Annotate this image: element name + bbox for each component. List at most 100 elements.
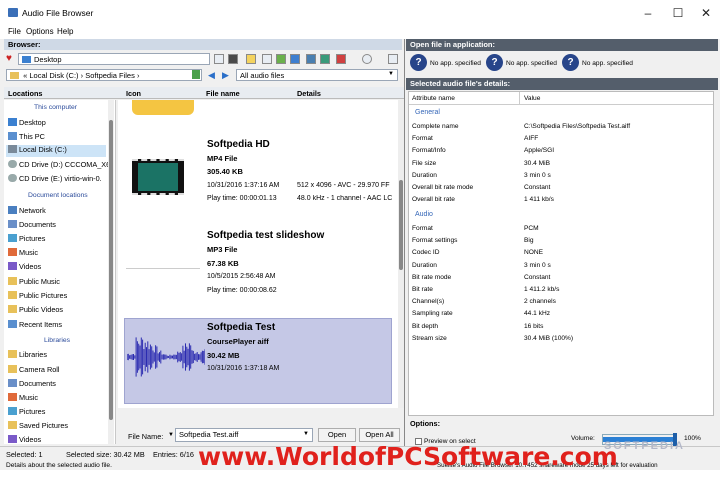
cd-icon bbox=[8, 160, 17, 168]
sidebar-item-camera-roll[interactable]: Camera Roll bbox=[8, 365, 60, 377]
folder-icon bbox=[8, 277, 17, 285]
view-details-icon[interactable] bbox=[290, 54, 300, 64]
file-type: MP4 File bbox=[207, 154, 238, 163]
breadcrumb[interactable]: « Local Disk (C:) › Softpedia Files › bbox=[6, 69, 202, 81]
detail-attribute: Duration bbox=[412, 261, 437, 269]
settings-gear-icon[interactable] bbox=[214, 54, 224, 64]
sidebar-item-lib-videos[interactable]: Videos bbox=[8, 435, 41, 444]
sidebar-item-documents[interactable]: Documents bbox=[8, 220, 56, 232]
sidebar-item-public-music[interactable]: Public Music bbox=[8, 277, 60, 289]
pin-icon[interactable] bbox=[388, 54, 398, 64]
app-slot-1[interactable]: No app. specified bbox=[430, 60, 481, 67]
sidebar-item-this-pc[interactable]: This PC bbox=[8, 132, 45, 144]
sidebar-item-lib-music[interactable]: Music bbox=[8, 393, 38, 405]
view-list-icon[interactable] bbox=[262, 54, 272, 64]
column-header-row: Locations Icon File name Details bbox=[4, 87, 404, 99]
sidebar-item-music[interactable]: Music bbox=[8, 248, 38, 260]
detail-attribute: Format/Info bbox=[412, 147, 446, 155]
breadcrumb-separator: › bbox=[136, 71, 140, 80]
sidebar-item-public-pictures[interactable]: Public Pictures bbox=[8, 291, 67, 303]
view-thumbs-icon[interactable] bbox=[276, 54, 286, 64]
maximize-button[interactable]: ☐ bbox=[666, 4, 690, 22]
sidebar-item-lib-pictures[interactable]: Pictures bbox=[8, 407, 45, 419]
sidebar-item-local-disk[interactable]: Local Disk (C:) bbox=[6, 145, 106, 157]
breadcrumb-local-disk[interactable]: Local Disk (C:) bbox=[29, 71, 78, 80]
file-item-slideshow[interactable]: Softpedia test slideshow MP3 File 67.38 … bbox=[124, 225, 394, 303]
col-value[interactable]: Value bbox=[524, 95, 540, 102]
sidebar-scrollbar[interactable] bbox=[108, 100, 114, 444]
question-icon[interactable]: ? bbox=[562, 54, 579, 71]
remove-icon[interactable] bbox=[336, 54, 346, 64]
drive-icon bbox=[8, 145, 17, 153]
detail-value: PCM bbox=[524, 225, 539, 232]
sidebar-item-public-videos[interactable]: Public Videos bbox=[8, 305, 63, 317]
menu-help[interactable]: Help bbox=[57, 27, 73, 36]
detail-value: 1 411.2 kb/s bbox=[524, 286, 560, 293]
search-icon[interactable] bbox=[362, 54, 372, 64]
sidebar-item-saved-pictures[interactable]: Saved Pictures bbox=[8, 421, 68, 433]
status-selected: Selected: 1 bbox=[6, 450, 43, 459]
open-button[interactable]: Open bbox=[318, 428, 356, 442]
cd-icon bbox=[8, 174, 17, 182]
question-icon[interactable]: ? bbox=[410, 54, 427, 71]
breadcrumb-back[interactable]: « bbox=[23, 71, 27, 80]
go-icon[interactable] bbox=[192, 70, 200, 79]
sidebar-item-cd-drive-d[interactable]: CD Drive (D:) CCCOMA_X6 bbox=[8, 160, 108, 172]
col-attribute-name[interactable]: Attribute name bbox=[412, 95, 455, 102]
question-icon[interactable]: ? bbox=[486, 54, 503, 71]
file-name-input[interactable]: Softpedia Test.aiff ▼ bbox=[175, 428, 313, 442]
column-icon[interactable]: Icon bbox=[126, 89, 141, 98]
menu-file[interactable]: File bbox=[8, 27, 21, 36]
app-icon bbox=[8, 8, 18, 17]
file-item-softpedia-test[interactable]: Softpedia Test CoursePlayer aiff 30.42 M… bbox=[124, 318, 392, 404]
folder-icon bbox=[10, 72, 19, 79]
close-button[interactable]: ✕ bbox=[694, 4, 718, 22]
sidebar-item-lib-documents[interactable]: Documents bbox=[8, 379, 56, 391]
desktop-icon bbox=[8, 118, 17, 126]
sidebar-item-videos[interactable]: Videos bbox=[8, 262, 41, 274]
chevron-down-icon[interactable]: ▼ bbox=[168, 432, 174, 438]
file-item-softpedia-hd[interactable]: Softpedia HD MP4 File 305.40 KB 10/31/20… bbox=[124, 127, 394, 211]
breadcrumb-separator: › bbox=[80, 71, 84, 80]
sidebar-item-libraries[interactable]: Libraries bbox=[8, 350, 47, 362]
detail-attribute: Format settings bbox=[412, 237, 458, 245]
detail-value: 3 min 0 s bbox=[524, 261, 551, 269]
column-details[interactable]: Details bbox=[297, 89, 321, 98]
file-name-value: Softpedia Test.aiff bbox=[179, 430, 239, 439]
breadcrumb-softpedia-files[interactable]: Softpedia Files bbox=[85, 71, 135, 80]
menu-options[interactable]: Options bbox=[26, 27, 54, 36]
new-folder-icon[interactable] bbox=[246, 54, 256, 64]
sidebar-item-recent-items[interactable]: Recent Items bbox=[8, 320, 62, 332]
favorites-heart-icon[interactable]: ♥ bbox=[6, 54, 16, 64]
file-list-scroll-thumb[interactable] bbox=[399, 180, 403, 270]
tool-icon[interactable] bbox=[228, 54, 238, 64]
sidebar-item-pictures[interactable]: Pictures bbox=[8, 234, 45, 246]
refresh-icon[interactable] bbox=[320, 54, 330, 64]
sidebar-label: Videos bbox=[19, 435, 42, 444]
detail-value: 44.1 kHz bbox=[524, 310, 551, 318]
file-type-filter[interactable]: All audio files ▼ bbox=[236, 69, 398, 81]
sidebar-item-network[interactable]: Network bbox=[8, 206, 46, 218]
forward-arrow-icon[interactable]: ▶ bbox=[222, 70, 229, 81]
documents-icon bbox=[8, 220, 17, 228]
chevron-down-icon: ▼ bbox=[388, 71, 394, 77]
app-slot-2[interactable]: No app. specified bbox=[506, 60, 557, 67]
column-file-name[interactable]: File name bbox=[206, 89, 240, 98]
filter-icon[interactable] bbox=[306, 54, 316, 64]
folder-icon bbox=[8, 305, 17, 313]
location-input[interactable]: Desktop bbox=[18, 53, 210, 65]
sidebar-scroll-thumb[interactable] bbox=[109, 120, 113, 420]
minimize-button[interactable]: – bbox=[636, 4, 660, 22]
back-arrow-icon[interactable]: ◀ bbox=[208, 70, 215, 81]
open-all-button[interactable]: Open All bbox=[359, 428, 400, 442]
videos-icon bbox=[8, 435, 17, 443]
app-slot-3[interactable]: No app. specified bbox=[582, 60, 633, 67]
sidebar-item-cd-drive-e[interactable]: CD Drive (E:) virtio-win-0. bbox=[8, 174, 108, 186]
file-type: MP3 File bbox=[207, 245, 238, 254]
sidebar-item-desktop[interactable]: Desktop bbox=[8, 118, 46, 130]
detail-value: 30.4 MiB bbox=[524, 159, 551, 167]
column-locations[interactable]: Locations bbox=[8, 89, 42, 98]
file-name: Softpedia Test bbox=[207, 322, 276, 333]
sidebar-label: Local Disk (C:) bbox=[19, 145, 67, 154]
file-date: 10/31/2016 1:37:16 AM bbox=[207, 182, 280, 189]
